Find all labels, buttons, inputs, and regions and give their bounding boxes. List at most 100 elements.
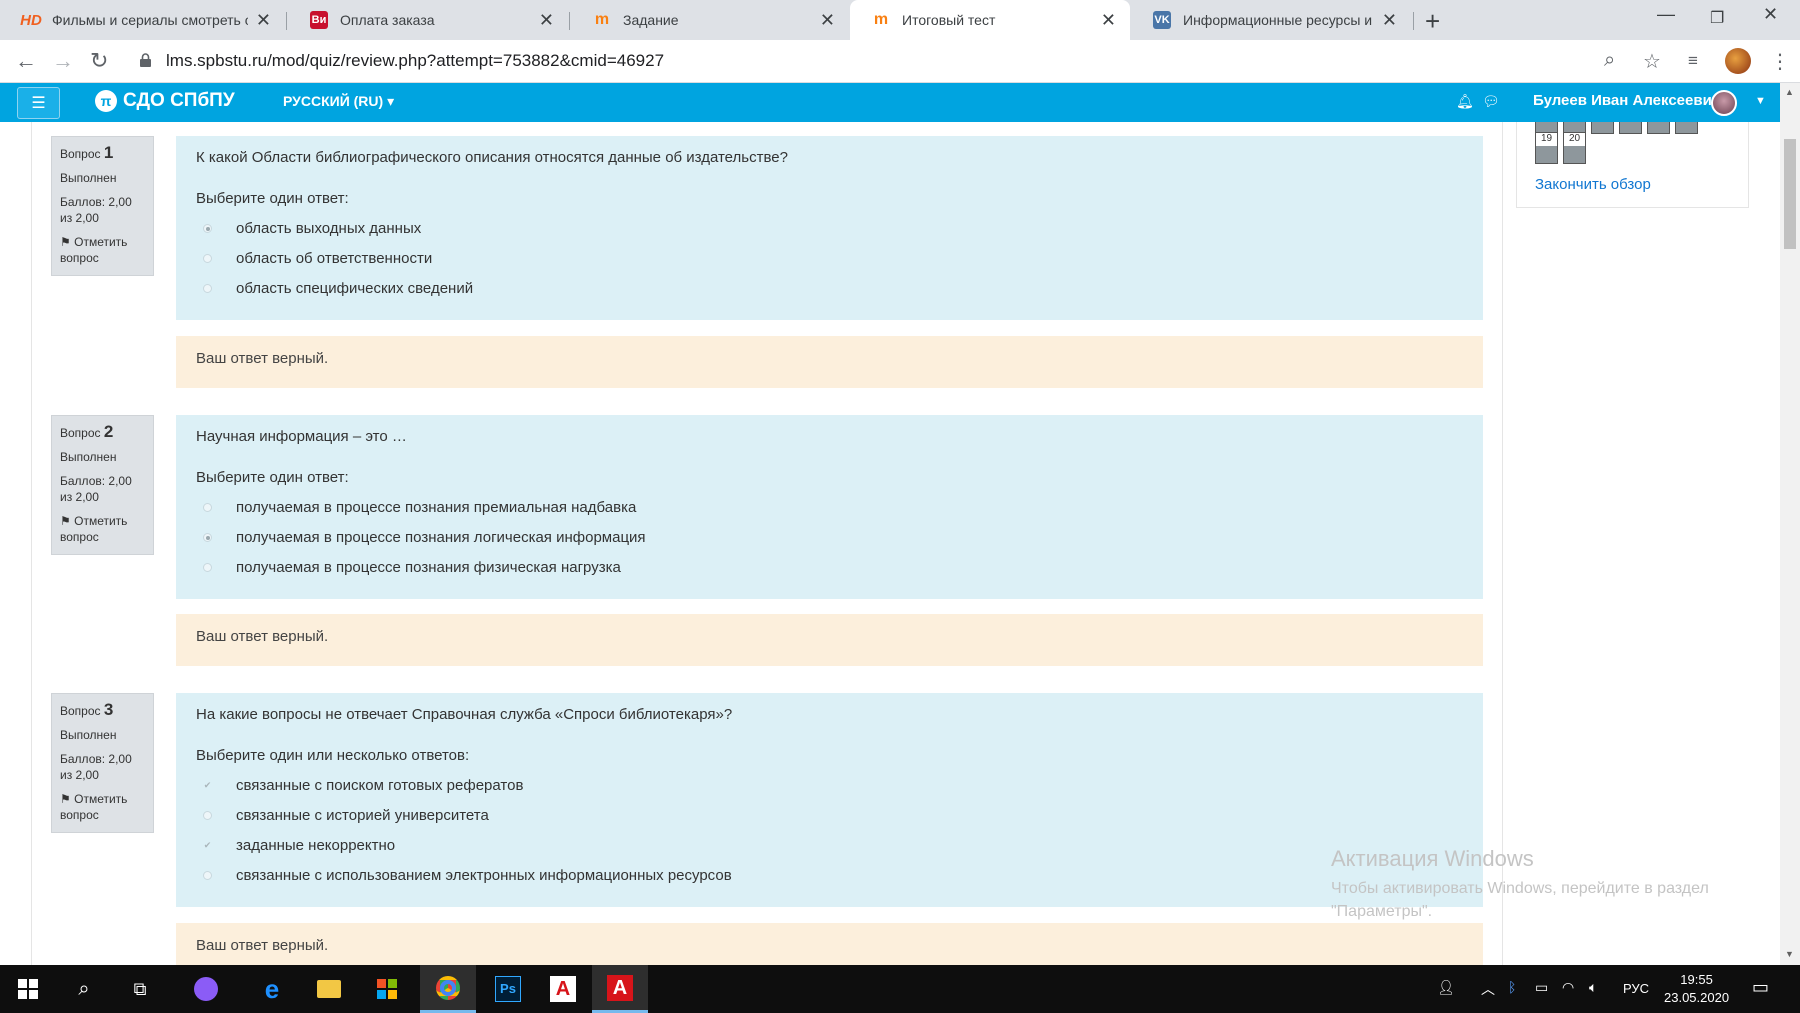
- checkbox-checked-icon[interactable]: ✔: [203, 840, 212, 850]
- radio-icon[interactable]: [203, 283, 212, 293]
- question-state: Выполнен: [60, 728, 117, 742]
- column-divider: [1502, 122, 1503, 965]
- user-menu-name[interactable]: Булеев Иван Алексеевич: [1533, 92, 1721, 109]
- reload-icon[interactable]: ↻: [90, 48, 108, 74]
- close-tab-icon[interactable]: ✕: [256, 10, 271, 31]
- people-icon[interactable]: 👤︎: [1437, 979, 1455, 996]
- flag-question-link[interactable]: ⚑ Отметить вопрос: [60, 791, 145, 823]
- finish-review-link[interactable]: Закончить обзор: [1535, 176, 1651, 193]
- windows-activation-text: Чтобы активировать Windows, перейдите в …: [1331, 880, 1709, 920]
- edge-icon[interactable]: e: [248, 965, 296, 1013]
- answer-option[interactable]: получаемая в процессе познания премиальн…: [196, 492, 1463, 522]
- scroll-down-icon[interactable]: ▼: [1785, 949, 1794, 959]
- bookmark-star-icon[interactable]: ☆: [1643, 49, 1661, 74]
- back-icon[interactable]: ←: [15, 48, 37, 74]
- tab-assignment[interactable]: m Задание ✕: [571, 0, 849, 40]
- bluetooth-icon[interactable]: ᛒ: [1508, 979, 1516, 995]
- user-avatar[interactable]: [1711, 90, 1737, 116]
- search-icon[interactable]: ⌕: [60, 965, 108, 1013]
- close-tab-icon[interactable]: ✕: [539, 10, 554, 31]
- browser-profile-avatar[interactable]: [1725, 48, 1751, 74]
- flag-question-link[interactable]: ⚑ Отметить вопрос: [60, 234, 145, 266]
- tab-films[interactable]: HD Фильмы и сериалы смотреть он ✕: [0, 0, 285, 40]
- chrome-icon[interactable]: [420, 965, 476, 1013]
- quiz-nav-button[interactable]: [1619, 122, 1642, 134]
- store-icon[interactable]: [363, 965, 411, 1013]
- radio-checked-icon[interactable]: [203, 223, 212, 233]
- task-view-icon[interactable]: ⧉: [116, 965, 164, 1013]
- question-grade: Баллов: 2,00 из 2,00: [60, 474, 132, 504]
- answer-option[interactable]: ✔ связанные с поиском готовых рефератов: [196, 770, 1463, 800]
- close-tab-icon[interactable]: ✕: [820, 10, 835, 31]
- battery-icon[interactable]: ▭: [1535, 979, 1548, 996]
- close-window-icon[interactable]: ✕: [1763, 4, 1778, 25]
- answer-option[interactable]: получаемая в процессе познания физическа…: [196, 552, 1463, 582]
- vk-icon: VK: [1153, 11, 1171, 29]
- question-grade: Баллов: 2,00 из 2,00: [60, 752, 132, 782]
- menu-kebab-icon[interactable]: ⋮: [1770, 49, 1790, 74]
- url-field[interactable]: lms.spbstu.ru/mod/quiz/review.php?attemp…: [166, 51, 664, 71]
- windows-start-icon[interactable]: [4, 965, 52, 1013]
- site-navbar: ☰ π СДО СПбПУ РУССКИЙ (RU) ▾ 🔔︎ 💬︎ Булее…: [0, 83, 1780, 122]
- answer-option[interactable]: получаемая в процессе познания логическа…: [196, 522, 1463, 552]
- cortana-icon[interactable]: [182, 965, 230, 1013]
- wifi-icon[interactable]: ◠: [1562, 979, 1574, 996]
- checkbox-icon[interactable]: [203, 870, 212, 880]
- checkbox-checked-icon[interactable]: ✔: [203, 780, 212, 790]
- scrollbar-thumb[interactable]: [1784, 139, 1796, 249]
- tab-payment[interactable]: Ви Оплата заказа ✕: [288, 0, 568, 40]
- page-scrollbar[interactable]: ▲ ▼: [1780, 83, 1800, 965]
- scroll-up-icon[interactable]: ▲: [1785, 87, 1794, 97]
- minimize-icon[interactable]: —: [1657, 4, 1675, 25]
- quiz-nav-button-20[interactable]: 20: [1563, 132, 1586, 164]
- radio-icon[interactable]: [203, 562, 212, 572]
- windows-taskbar: ⌕ ⧉ e Ps A A 👤︎ ︿ ᛒ ▭ ◠ 🔈︎ РУС 19:55 23.…: [0, 965, 1800, 1013]
- question-text: К какой Области библиографического описа…: [196, 149, 788, 166]
- quiz-nav-button[interactable]: [1647, 122, 1670, 134]
- answer-option[interactable]: область выходных данных: [196, 213, 1463, 243]
- acrobat-icon[interactable]: A: [592, 965, 648, 1013]
- lock-icon: [140, 53, 151, 67]
- moodle-icon: m: [594, 11, 610, 28]
- taskbar-clock[interactable]: 19:55 23.05.2020: [1664, 971, 1729, 1007]
- answer-option[interactable]: ✔ заданные некорректно: [196, 830, 1463, 860]
- site-brand-link[interactable]: π СДО СПбПУ: [95, 90, 235, 112]
- answer-option[interactable]: область об ответственности: [196, 243, 1463, 273]
- answer-option[interactable]: область специфических сведений: [196, 273, 1463, 303]
- quiz-nav-button-19[interactable]: 19: [1535, 132, 1558, 164]
- acrobat-reader-icon[interactable]: A: [535, 965, 591, 1013]
- answer-option[interactable]: связанные с историей университета: [196, 800, 1463, 830]
- left-drawer-strip: [0, 122, 32, 965]
- hamburger-menu-icon[interactable]: ☰: [17, 87, 60, 119]
- answer-option[interactable]: связанные с использованием электронных и…: [196, 860, 1463, 890]
- action-center-icon[interactable]: ▭: [1752, 977, 1769, 998]
- new-tab-icon[interactable]: +: [1425, 6, 1440, 37]
- moodle-icon: m: [873, 11, 889, 28]
- flag-question-link[interactable]: ⚑ Отметить вопрос: [60, 513, 145, 545]
- notifications-bell-icon[interactable]: 🔔︎: [1456, 93, 1474, 110]
- question-text: На какие вопросы не отвечает Справочная …: [196, 706, 733, 723]
- media-control-icon[interactable]: ≡: [1688, 51, 1698, 71]
- close-tab-icon[interactable]: ✕: [1101, 10, 1116, 31]
- checkbox-icon[interactable]: [203, 810, 212, 820]
- radio-icon[interactable]: [203, 253, 212, 263]
- quiz-nav-button[interactable]: [1591, 122, 1614, 134]
- restore-icon[interactable]: ❐: [1710, 8, 1724, 28]
- zoom-icon[interactable]: ⌕: [1604, 49, 1615, 72]
- tab-separator: [1413, 12, 1414, 30]
- tab-final-test[interactable]: m Итоговый тест ✕: [850, 0, 1130, 40]
- messages-icon[interactable]: 💬︎: [1482, 93, 1500, 110]
- radio-checked-icon[interactable]: [203, 532, 212, 542]
- language-menu[interactable]: РУССКИЙ (RU) ▾: [283, 93, 394, 110]
- tab-vk[interactable]: VK Информационные ресурсы и те ✕: [1131, 0, 1411, 40]
- chevron-down-icon[interactable]: ▼: [1755, 95, 1766, 107]
- quiz-nav-button[interactable]: [1675, 122, 1698, 134]
- show-hidden-icons-icon[interactable]: ︿: [1481, 979, 1495, 999]
- photoshop-icon[interactable]: Ps: [480, 965, 536, 1013]
- input-language[interactable]: РУС: [1623, 981, 1649, 996]
- volume-icon[interactable]: 🔈︎: [1589, 979, 1597, 996]
- file-explorer-icon[interactable]: [305, 965, 353, 1013]
- radio-icon[interactable]: [203, 502, 212, 512]
- forward-icon[interactable]: →: [52, 48, 74, 74]
- close-tab-icon[interactable]: ✕: [1382, 10, 1397, 31]
